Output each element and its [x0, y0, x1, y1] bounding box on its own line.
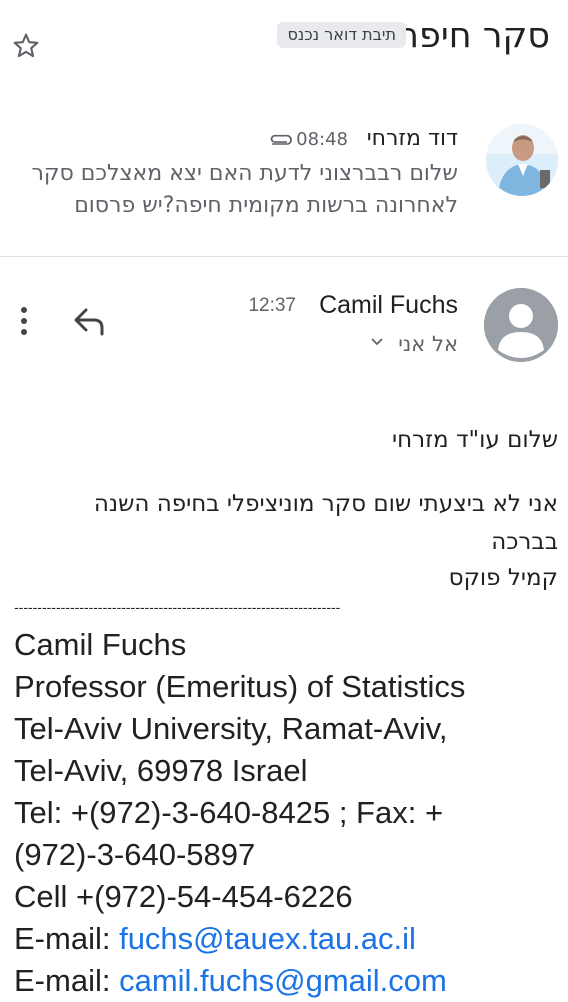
signature-separator: ----------------------------------------… [14, 599, 341, 615]
recipients-toggle[interactable]: אל אני [398, 330, 458, 358]
email-link[interactable]: fuchs@tauex.tau.ac.il [119, 921, 416, 956]
signature-name: Camil Fuchs [14, 627, 187, 662]
message-signoff: קמיל פוקס [448, 565, 558, 591]
message-closing: בברכה [491, 529, 558, 555]
email-label: E-mail: [14, 963, 111, 998]
avatar[interactable] [486, 124, 558, 196]
message-body-text: אני לא ביצעתי שום סקר מוניציפלי בחיפה הש… [93, 491, 558, 517]
signature-phone-line1: Tel: +(972)-3-640-8425 ; Fax: + [14, 795, 444, 830]
thread-title: סקר חיפה [396, 16, 550, 56]
message-time: 08:48 [296, 129, 348, 150]
signature-phone-line2: (972)-3-640-5897 [14, 837, 256, 872]
signature-email-row: E-mail: fuchs@tauex.tau.ac.il [14, 918, 559, 960]
more-options-icon[interactable] [14, 304, 34, 338]
attachment-icon [270, 134, 292, 145]
chevron-down-icon[interactable] [370, 336, 384, 348]
message-time: 12:37 [248, 295, 296, 316]
signature-title: Professor (Emeritus) of Statistics [14, 669, 466, 704]
inbox-label-chip[interactable]: תיבת דואר נכנס [277, 22, 406, 48]
divider [0, 256, 568, 257]
signature-address-line1: Tel-Aviv University, Ramat-Aviv, [14, 711, 448, 746]
email-label: E-mail: [14, 921, 111, 956]
sender-name: דוד מזרחי [366, 126, 458, 151]
email-link[interactable]: camil.fuchs@gmail.com [119, 963, 447, 998]
sender-name: Camil Fuchs [319, 291, 458, 319]
avatar[interactable] [484, 288, 558, 362]
signature-email-row: E-mail: camil.fuchs@gmail.com [14, 960, 559, 1002]
message-snippet[interactable]: שלום רבברצוני לדעת האם יצא מאצלכם סקר לא… [13, 158, 458, 222]
signature-address-line2: Tel-Aviv, 69978 Israel [14, 753, 308, 788]
message-greeting: שלום עו"ד מזרחי [391, 427, 558, 453]
signature-cell: Cell +(972)-54-454-6226 [14, 879, 353, 914]
star-icon[interactable] [10, 30, 42, 62]
reply-icon[interactable] [70, 304, 108, 338]
